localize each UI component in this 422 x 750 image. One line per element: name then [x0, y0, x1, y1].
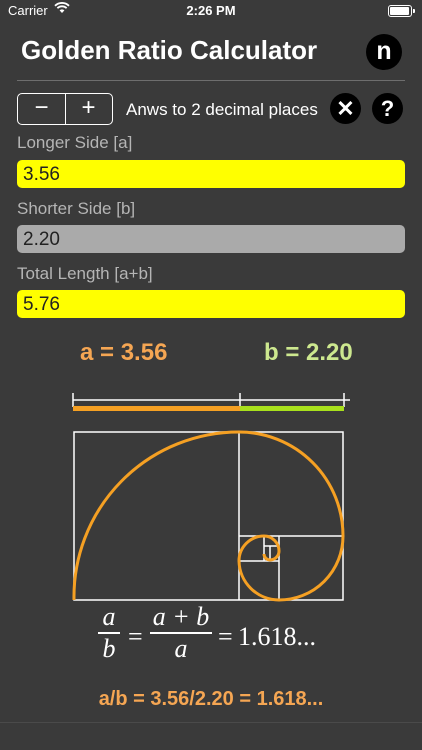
battery-icon [388, 5, 415, 17]
longer-side-field[interactable]: 3.56 [17, 160, 405, 188]
status-bar: Carrier 2:26 PM [0, 0, 422, 22]
segment-b-bar [240, 406, 344, 411]
fraction-a-over-b: a b [98, 602, 120, 664]
longer-side-label: Longer Side [a] [17, 133, 133, 152]
increase-decimals-button[interactable]: + [65, 94, 112, 124]
result-b: b = 2.20 [264, 339, 353, 366]
segment-ruler [72, 393, 350, 407]
golden-spiral [72, 430, 345, 602]
clock: 2:26 PM [186, 3, 236, 18]
shorter-side-label: Shorter Side [b] [17, 199, 136, 218]
fraction-sum-over-a: a + b a [150, 602, 212, 664]
ratio-value: 1.618... [238, 622, 316, 651]
golden-rectangle [73, 431, 344, 601]
total-length-field[interactable]: 5.76 [17, 290, 405, 318]
n-button[interactable]: n [366, 34, 402, 70]
equals-sign: = [128, 622, 143, 651]
page-title: Golden Ratio Calculator [21, 35, 318, 65]
bottom-divider [0, 722, 422, 723]
help-button[interactable]: ? [372, 93, 403, 124]
clear-button[interactable]: ✕ [330, 93, 361, 124]
ratio-summary: a/b = 3.56/2.20 = 1.618... [98, 688, 324, 710]
decimal-stepper: − + [17, 93, 113, 125]
fraction-denominator: a [174, 634, 188, 663]
equals-sign: = [218, 622, 233, 651]
total-length-label: Total Length [a+b] [17, 264, 153, 283]
result-a: a = 3.56 [80, 339, 168, 366]
segment-a-bar [73, 406, 240, 411]
fraction-numerator: a [102, 602, 116, 631]
header-divider [17, 80, 405, 81]
decrease-decimals-button[interactable]: − [18, 94, 66, 124]
precision-label: Anws to 2 decimal places [126, 100, 318, 119]
golden-ratio-formula: a b = a + b a = 1.618... [98, 602, 338, 674]
golden-ratio-diagram [72, 393, 350, 602]
fraction-denominator: b [102, 634, 116, 663]
shorter-side-field[interactable]: 2.20 [17, 225, 405, 253]
fraction-numerator: a + b [152, 602, 210, 631]
